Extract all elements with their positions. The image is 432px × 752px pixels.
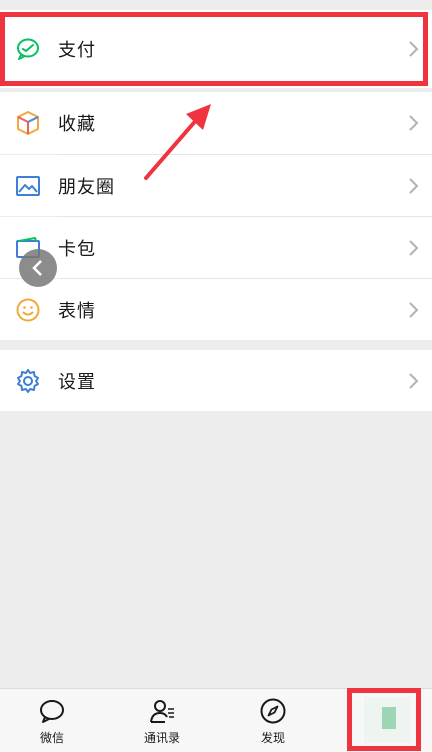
highlight-box-me-tab [347, 688, 421, 751]
tab-discover[interactable]: 发现 [233, 689, 313, 752]
chat-bubble-icon [40, 700, 64, 723]
annotation-arrow [144, 104, 211, 180]
tab-label: 发现 [260, 731, 285, 745]
tab-contacts[interactable]: 通讯录 [122, 689, 202, 752]
tab-label: 微信 [39, 731, 64, 745]
tab-label: 通讯录 [143, 731, 180, 745]
compass-icon [260, 698, 286, 724]
tab-chats[interactable]: 微信 [12, 689, 92, 752]
contacts-icon [150, 700, 174, 723]
